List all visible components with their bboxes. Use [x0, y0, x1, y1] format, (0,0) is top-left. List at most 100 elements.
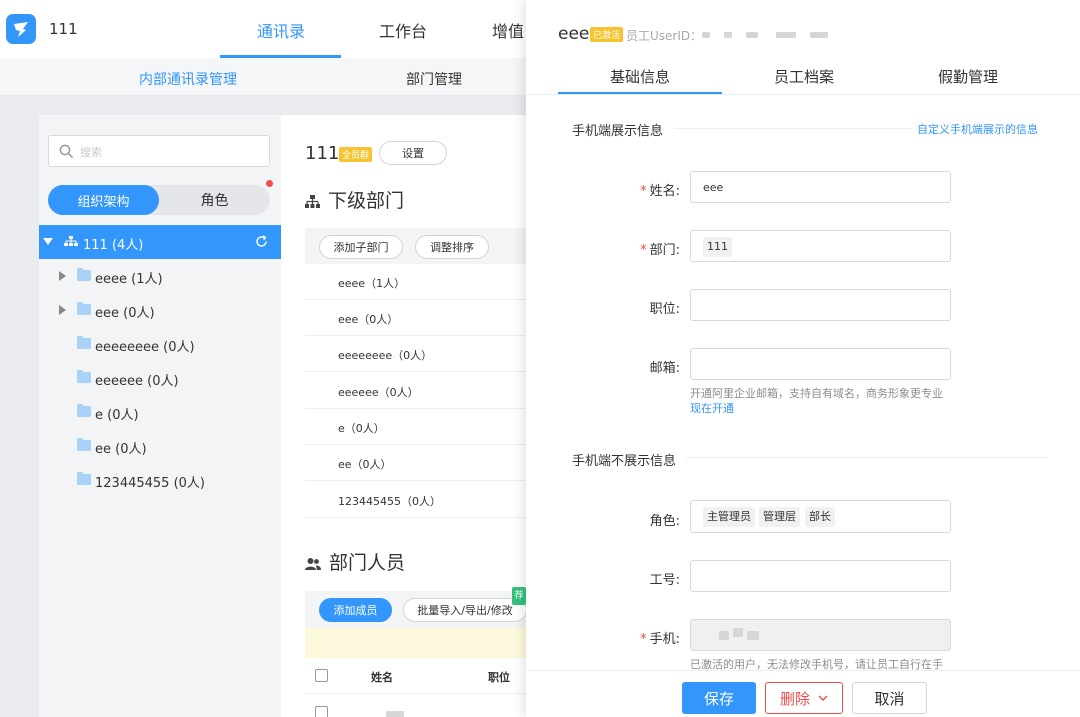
- department-field[interactable]: 111: [690, 230, 951, 262]
- table-row[interactable]: eeee（1人）: [305, 264, 541, 300]
- position-field[interactable]: [690, 289, 951, 321]
- tree-item-label: ee (0人): [95, 442, 147, 457]
- add-sub-department-button[interactable]: 添加子部门: [319, 235, 403, 259]
- tree-item-label: eee (0人): [95, 306, 155, 321]
- table-row[interactable]: eeeeeeee（0人）: [305, 336, 541, 372]
- add-member-button[interactable]: 添加成员: [319, 598, 392, 622]
- drawer-footer: 保存 删除 取消: [526, 670, 1080, 717]
- tree-item[interactable]: ee (0人): [39, 429, 281, 463]
- folder-icon: [77, 302, 91, 315]
- name-field[interactable]: eee: [690, 171, 951, 203]
- job-number-label: 工号:: [649, 573, 680, 588]
- redacted-userid: [702, 32, 710, 38]
- tree-item[interactable]: eeeeee (0人): [39, 361, 281, 395]
- tab-contacts[interactable]: 通讯录: [257, 18, 305, 42]
- department-row-label: eee（0人）: [338, 313, 399, 326]
- tab-value-added[interactable]: 增值: [492, 18, 524, 42]
- reorder-button[interactable]: 调整排序: [415, 235, 489, 259]
- section-mobile-visible: 手机端展示信息: [572, 124, 664, 139]
- delete-button[interactable]: 删除: [765, 682, 843, 714]
- tree-item-label: eeeeeeee (0人): [95, 340, 195, 355]
- tab-divider: [526, 94, 1080, 95]
- members-heading: 部门人员: [305, 548, 405, 575]
- role-label: 角色:: [649, 514, 680, 529]
- email-field[interactable]: [690, 348, 951, 380]
- redacted-userid: [724, 32, 732, 38]
- tab-workbench[interactable]: 工作台: [379, 18, 427, 42]
- redacted-phone: [719, 631, 729, 640]
- table-row[interactable]: ee（0人）: [305, 445, 541, 481]
- select-all-checkbox[interactable]: [315, 669, 328, 682]
- employee-name: eee: [558, 24, 590, 44]
- sub-department-toolbar: 添加子部门 调整排序: [305, 228, 541, 264]
- customize-mobile-info-link[interactable]: 自定义手机端展示的信息: [917, 121, 1038, 137]
- column-name-header: 姓名: [371, 671, 393, 684]
- folder-icon: [77, 268, 91, 281]
- tab-attendance[interactable]: 假勤管理: [938, 66, 998, 87]
- table-row[interactable]: e（0人）: [305, 409, 541, 445]
- position-label: 职位:: [649, 302, 680, 317]
- caret-right-icon[interactable]: [59, 271, 66, 281]
- redacted-phone: [747, 631, 759, 640]
- subnav-department-management[interactable]: 部门管理: [406, 69, 462, 89]
- job-number-field[interactable]: [690, 560, 951, 592]
- tree-root-item[interactable]: 111 (4人): [39, 225, 281, 259]
- segment-roles[interactable]: 角色: [159, 185, 270, 215]
- tree-item-label: 123445455 (0人): [95, 476, 205, 491]
- refresh-icon[interactable]: [255, 235, 268, 248]
- tree-item[interactable]: eeee (1人): [39, 259, 281, 293]
- search-placeholder: 搜索: [80, 146, 102, 159]
- people-icon: [305, 557, 321, 570]
- search-input[interactable]: 搜索: [48, 135, 270, 167]
- department-row-label: 123445455（0人）: [338, 495, 441, 508]
- recommend-tag: 荐: [512, 587, 526, 605]
- subnav-internal-contacts[interactable]: 内部通讯录管理: [139, 69, 237, 89]
- folder-icon: [77, 336, 91, 349]
- email-hint: 开通阿里企业邮箱，支持自有域名，商务形象更专业: [690, 387, 943, 400]
- redacted-userid: [810, 32, 828, 38]
- folder-icon: [77, 472, 91, 485]
- notification-dot: [266, 180, 273, 187]
- role-field[interactable]: 主管理员 管理层 部长: [690, 500, 951, 533]
- redacted-member-name: [386, 711, 404, 717]
- org-chart-icon: [305, 195, 320, 208]
- department-row-label: e（0人）: [338, 422, 385, 435]
- role-tag[interactable]: 部长: [805, 507, 835, 527]
- redacted-userid: [776, 32, 796, 38]
- caret-right-icon[interactable]: [59, 305, 66, 315]
- tree-item-label: eeeeee (0人): [95, 374, 179, 389]
- column-position-header: 职位: [488, 671, 510, 684]
- row-checkbox[interactable]: [315, 706, 328, 717]
- tree-item[interactable]: eeeeeeee (0人): [39, 327, 281, 361]
- phone-field: [690, 619, 951, 651]
- role-tag[interactable]: 主管理员: [703, 507, 755, 527]
- members-table-header: 姓名 职位: [305, 658, 541, 694]
- sub-department-heading: 下级部门: [305, 186, 404, 213]
- save-button[interactable]: 保存: [682, 682, 756, 714]
- tab-basic-info[interactable]: 基础信息: [610, 66, 670, 87]
- dingtalk-logo-icon[interactable]: [6, 14, 36, 44]
- department-row-label: eeeeee（0人）: [338, 386, 419, 399]
- phone-label: * 手机:: [640, 632, 680, 647]
- tree-root-label: 111 (4人): [83, 238, 144, 253]
- tab-employee-file[interactable]: 员工档案: [774, 66, 834, 87]
- table-row[interactable]: eeeeee（0人）: [305, 373, 541, 409]
- tree-item[interactable]: eee (0人): [39, 293, 281, 327]
- settings-button[interactable]: 设置: [379, 141, 447, 165]
- table-row[interactable]: 123445455（0人）: [305, 482, 541, 518]
- search-icon: [59, 144, 74, 159]
- caret-down-icon[interactable]: [43, 238, 53, 246]
- cancel-button[interactable]: 取消: [852, 682, 927, 714]
- table-row[interactable]: eee（0人）: [305, 300, 541, 336]
- batch-import-button[interactable]: 批量导入/导出/修改: [403, 598, 527, 622]
- chevron-down-icon: [818, 695, 828, 701]
- role-tag[interactable]: 管理层: [759, 507, 800, 527]
- org-name[interactable]: 111: [49, 20, 78, 38]
- folder-icon: [77, 404, 91, 417]
- department-tag[interactable]: 111: [703, 237, 732, 257]
- tree-item[interactable]: 123445455 (0人): [39, 463, 281, 497]
- open-email-link[interactable]: 现在开通: [690, 400, 734, 416]
- redacted-phone: [733, 628, 743, 637]
- segment-org-structure[interactable]: 组织架构: [48, 185, 159, 215]
- tree-item[interactable]: e (0人): [39, 395, 281, 429]
